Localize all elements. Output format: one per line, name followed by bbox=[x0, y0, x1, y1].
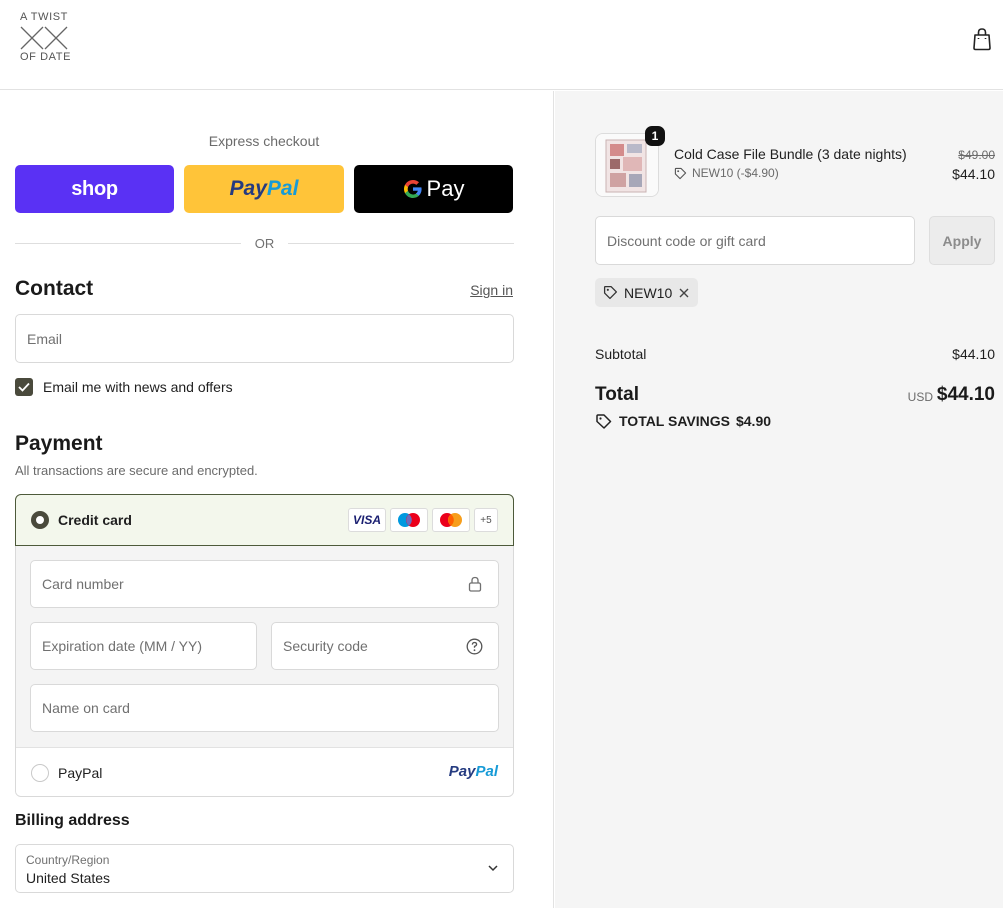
site-header: A TWIST OF DATE bbox=[0, 0, 1003, 90]
product-discount: NEW10 (-$4.90) bbox=[674, 166, 779, 180]
savings-value: $4.90 bbox=[735, 413, 772, 429]
or-divider: OR bbox=[15, 235, 514, 253]
sign-in-link[interactable]: Sign in bbox=[470, 282, 513, 298]
credit-card-option[interactable]: Credit card VISA +5 bbox=[16, 495, 513, 546]
card-number-placeholder: Card number bbox=[42, 576, 124, 592]
email-placeholder: Email bbox=[27, 330, 63, 347]
billing-address-title: Billing address bbox=[15, 812, 130, 829]
paypal-radio[interactable] bbox=[31, 764, 49, 782]
discount-code-input[interactable]: Discount code or gift card bbox=[595, 216, 915, 265]
paypal-label-part1: Pay bbox=[229, 177, 267, 200]
payment-subtitle: All transactions are secure and encrypte… bbox=[15, 463, 258, 478]
card-brand-logos: VISA +5 bbox=[348, 508, 498, 532]
lock-icon bbox=[468, 576, 482, 592]
expiration-date-field[interactable]: Expiration date (MM / YY) bbox=[30, 622, 257, 670]
paypal-express-button[interactable]: Pay Pal bbox=[184, 165, 344, 213]
expiration-placeholder: Expiration date (MM / YY) bbox=[42, 638, 203, 654]
tag-icon bbox=[674, 167, 687, 179]
contact-title: Contact bbox=[15, 277, 94, 300]
applied-discount-chip: NEW10 bbox=[595, 278, 699, 307]
express-checkout-label: Express checkout bbox=[208, 133, 320, 149]
savings-label: TOTAL SAVINGS bbox=[619, 413, 730, 429]
name-on-card-field[interactable]: Name on card bbox=[30, 684, 499, 732]
email-field[interactable]: Email bbox=[15, 314, 514, 363]
tag-icon bbox=[603, 285, 618, 300]
logo-text-top: A TWIST bbox=[20, 11, 69, 23]
checkmark-icon bbox=[18, 382, 30, 392]
total-label: Total bbox=[595, 384, 639, 405]
country-label: Country/Region bbox=[26, 853, 110, 867]
total-currency: USD bbox=[907, 390, 933, 404]
payment-methods: Credit card VISA +5 Card number Expirati… bbox=[15, 494, 514, 797]
total-value: $44.10 bbox=[936, 384, 995, 405]
country-select[interactable]: Country/Region United States bbox=[15, 844, 514, 893]
applied-code-label: NEW10 bbox=[624, 284, 673, 301]
or-label: OR bbox=[254, 236, 275, 251]
paypal-logo: PayPal bbox=[448, 763, 498, 780]
help-circle-icon[interactable] bbox=[466, 638, 483, 655]
news-opt-in: Email me with news and offers bbox=[15, 378, 233, 396]
country-value: United States bbox=[26, 870, 111, 886]
credit-card-label: Credit card bbox=[58, 512, 132, 528]
payment-title: Payment bbox=[15, 432, 103, 455]
shop-pay-label: shop bbox=[71, 177, 118, 200]
product-discount-text: NEW10 (-$4.90) bbox=[692, 166, 779, 180]
google-pay-button[interactable]: Pay bbox=[354, 165, 513, 213]
google-pay-label: Pay bbox=[426, 176, 465, 201]
remove-discount-icon[interactable] bbox=[678, 287, 690, 299]
paypal-option-label: PayPal bbox=[58, 765, 103, 781]
quantity-badge: 1 bbox=[645, 126, 665, 146]
google-g-icon bbox=[403, 180, 422, 198]
checkout-form-pane: Express checkout shop Pay Pal Pay OR Cont… bbox=[0, 91, 554, 908]
paypal-label-part2: Pal bbox=[266, 177, 299, 200]
security-code-placeholder: Security code bbox=[283, 638, 368, 654]
savings-tag-icon bbox=[596, 414, 612, 429]
product-name: Cold Case File Bundle (3 date nights) bbox=[674, 146, 907, 162]
subtotal-value: $44.10 bbox=[952, 346, 995, 362]
visa-icon: VISA bbox=[348, 508, 386, 532]
logo-text-bottom: OF DATE bbox=[20, 51, 72, 63]
discount-placeholder: Discount code or gift card bbox=[607, 232, 766, 249]
price-final: $44.10 bbox=[952, 166, 995, 182]
total-savings: TOTAL SAVINGS $4.90 bbox=[595, 413, 771, 429]
credit-card-radio[interactable] bbox=[31, 511, 49, 529]
subtotal-label: Subtotal bbox=[595, 346, 647, 362]
card-number-field[interactable]: Card number bbox=[30, 560, 499, 608]
price-original: $49.00 bbox=[958, 148, 995, 162]
apply-discount-button[interactable]: Apply bbox=[929, 216, 995, 265]
security-code-field[interactable]: Security code bbox=[271, 622, 499, 670]
brand-logo[interactable]: A TWIST OF DATE bbox=[20, 11, 72, 69]
shop-pay-button[interactable]: shop bbox=[15, 165, 174, 213]
maestro-icon bbox=[390, 508, 428, 532]
paypal-option[interactable]: PayPal PayPal bbox=[16, 747, 513, 796]
news-checkbox[interactable] bbox=[15, 378, 33, 396]
chevron-down-icon bbox=[488, 865, 498, 872]
name-on-card-placeholder: Name on card bbox=[42, 700, 130, 716]
shopping-bag-icon[interactable] bbox=[971, 27, 993, 51]
order-summary-pane: 1 Cold Case File Bundle (3 date nights) … bbox=[555, 91, 1003, 908]
news-checkbox-label: Email me with news and offers bbox=[43, 379, 233, 395]
more-cards-badge: +5 bbox=[474, 508, 498, 532]
mastercard-icon bbox=[432, 508, 470, 532]
logo-cross-icon bbox=[20, 26, 68, 50]
